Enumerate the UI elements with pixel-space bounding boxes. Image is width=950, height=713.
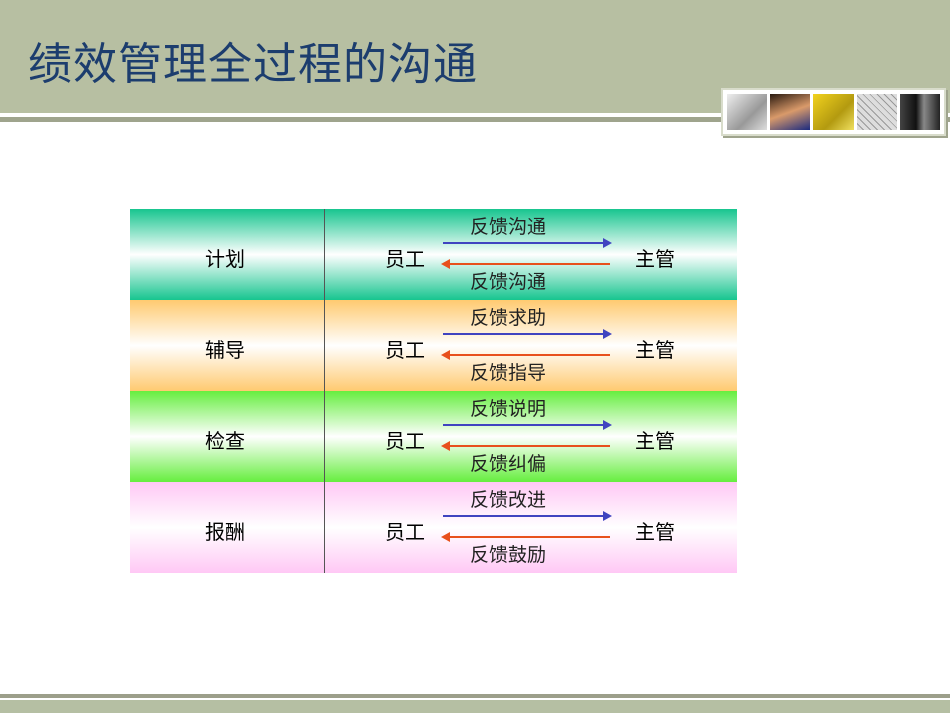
arrow-left-icon — [441, 350, 610, 360]
feedback-up-label: 反馈改进 — [470, 489, 547, 511]
grid-photo — [856, 94, 897, 130]
stage-label: 报酬 — [205, 520, 245, 544]
employee-label: 员工 — [385, 520, 425, 544]
process-row: 检查 员工 主管 反馈说明反馈纠偏 — [130, 391, 737, 482]
feedback-up-label: 反馈求助 — [470, 307, 547, 329]
employee-label: 员工 — [385, 338, 425, 362]
footer-line — [0, 694, 950, 698]
arrow-right-icon — [443, 329, 612, 339]
feedback-down-label: 反馈鼓励 — [470, 544, 547, 566]
employee-label: 员工 — [385, 247, 425, 271]
arrow-left-icon — [441, 532, 610, 542]
manager-label: 主管 — [635, 429, 675, 453]
feedback-up-label: 反馈说明 — [470, 398, 547, 420]
feedback-down-label: 反馈指导 — [470, 362, 547, 384]
business-people-photo — [899, 94, 941, 130]
footer-band — [0, 700, 950, 713]
arrow-right-icon — [443, 511, 612, 521]
feedback-down-label: 反馈沟通 — [470, 271, 547, 293]
slide-title: 绩效管理全过程的沟通 — [28, 39, 478, 90]
stage-label: 检查 — [205, 429, 245, 453]
process-row: 报酬 员工 主管 反馈改进反馈鼓励 — [130, 482, 737, 573]
manager-label: 主管 — [635, 247, 675, 271]
person-photo — [770, 94, 811, 130]
photo-strip — [721, 88, 946, 136]
arrow-left-icon — [441, 259, 610, 269]
yellow-clock-photo — [813, 94, 854, 130]
clock-photo — [727, 94, 768, 130]
feedback-up-label: 反馈沟通 — [470, 216, 547, 238]
arrow-right-icon — [443, 238, 612, 248]
column-divider — [324, 209, 325, 573]
stage-label: 计划 — [205, 247, 245, 271]
manager-label: 主管 — [635, 338, 675, 362]
manager-label: 主管 — [635, 520, 675, 544]
arrow-left-icon — [441, 441, 610, 451]
stage-label: 辅导 — [205, 338, 245, 362]
feedback-down-label: 反馈纠偏 — [470, 453, 547, 475]
employee-label: 员工 — [385, 429, 425, 453]
process-row: 计划 员工 主管 反馈沟通 反馈沟通 — [130, 209, 737, 300]
arrow-right-icon — [443, 420, 612, 430]
process-row: 辅导 员工 主管 反馈求助反馈指导 — [130, 300, 737, 391]
